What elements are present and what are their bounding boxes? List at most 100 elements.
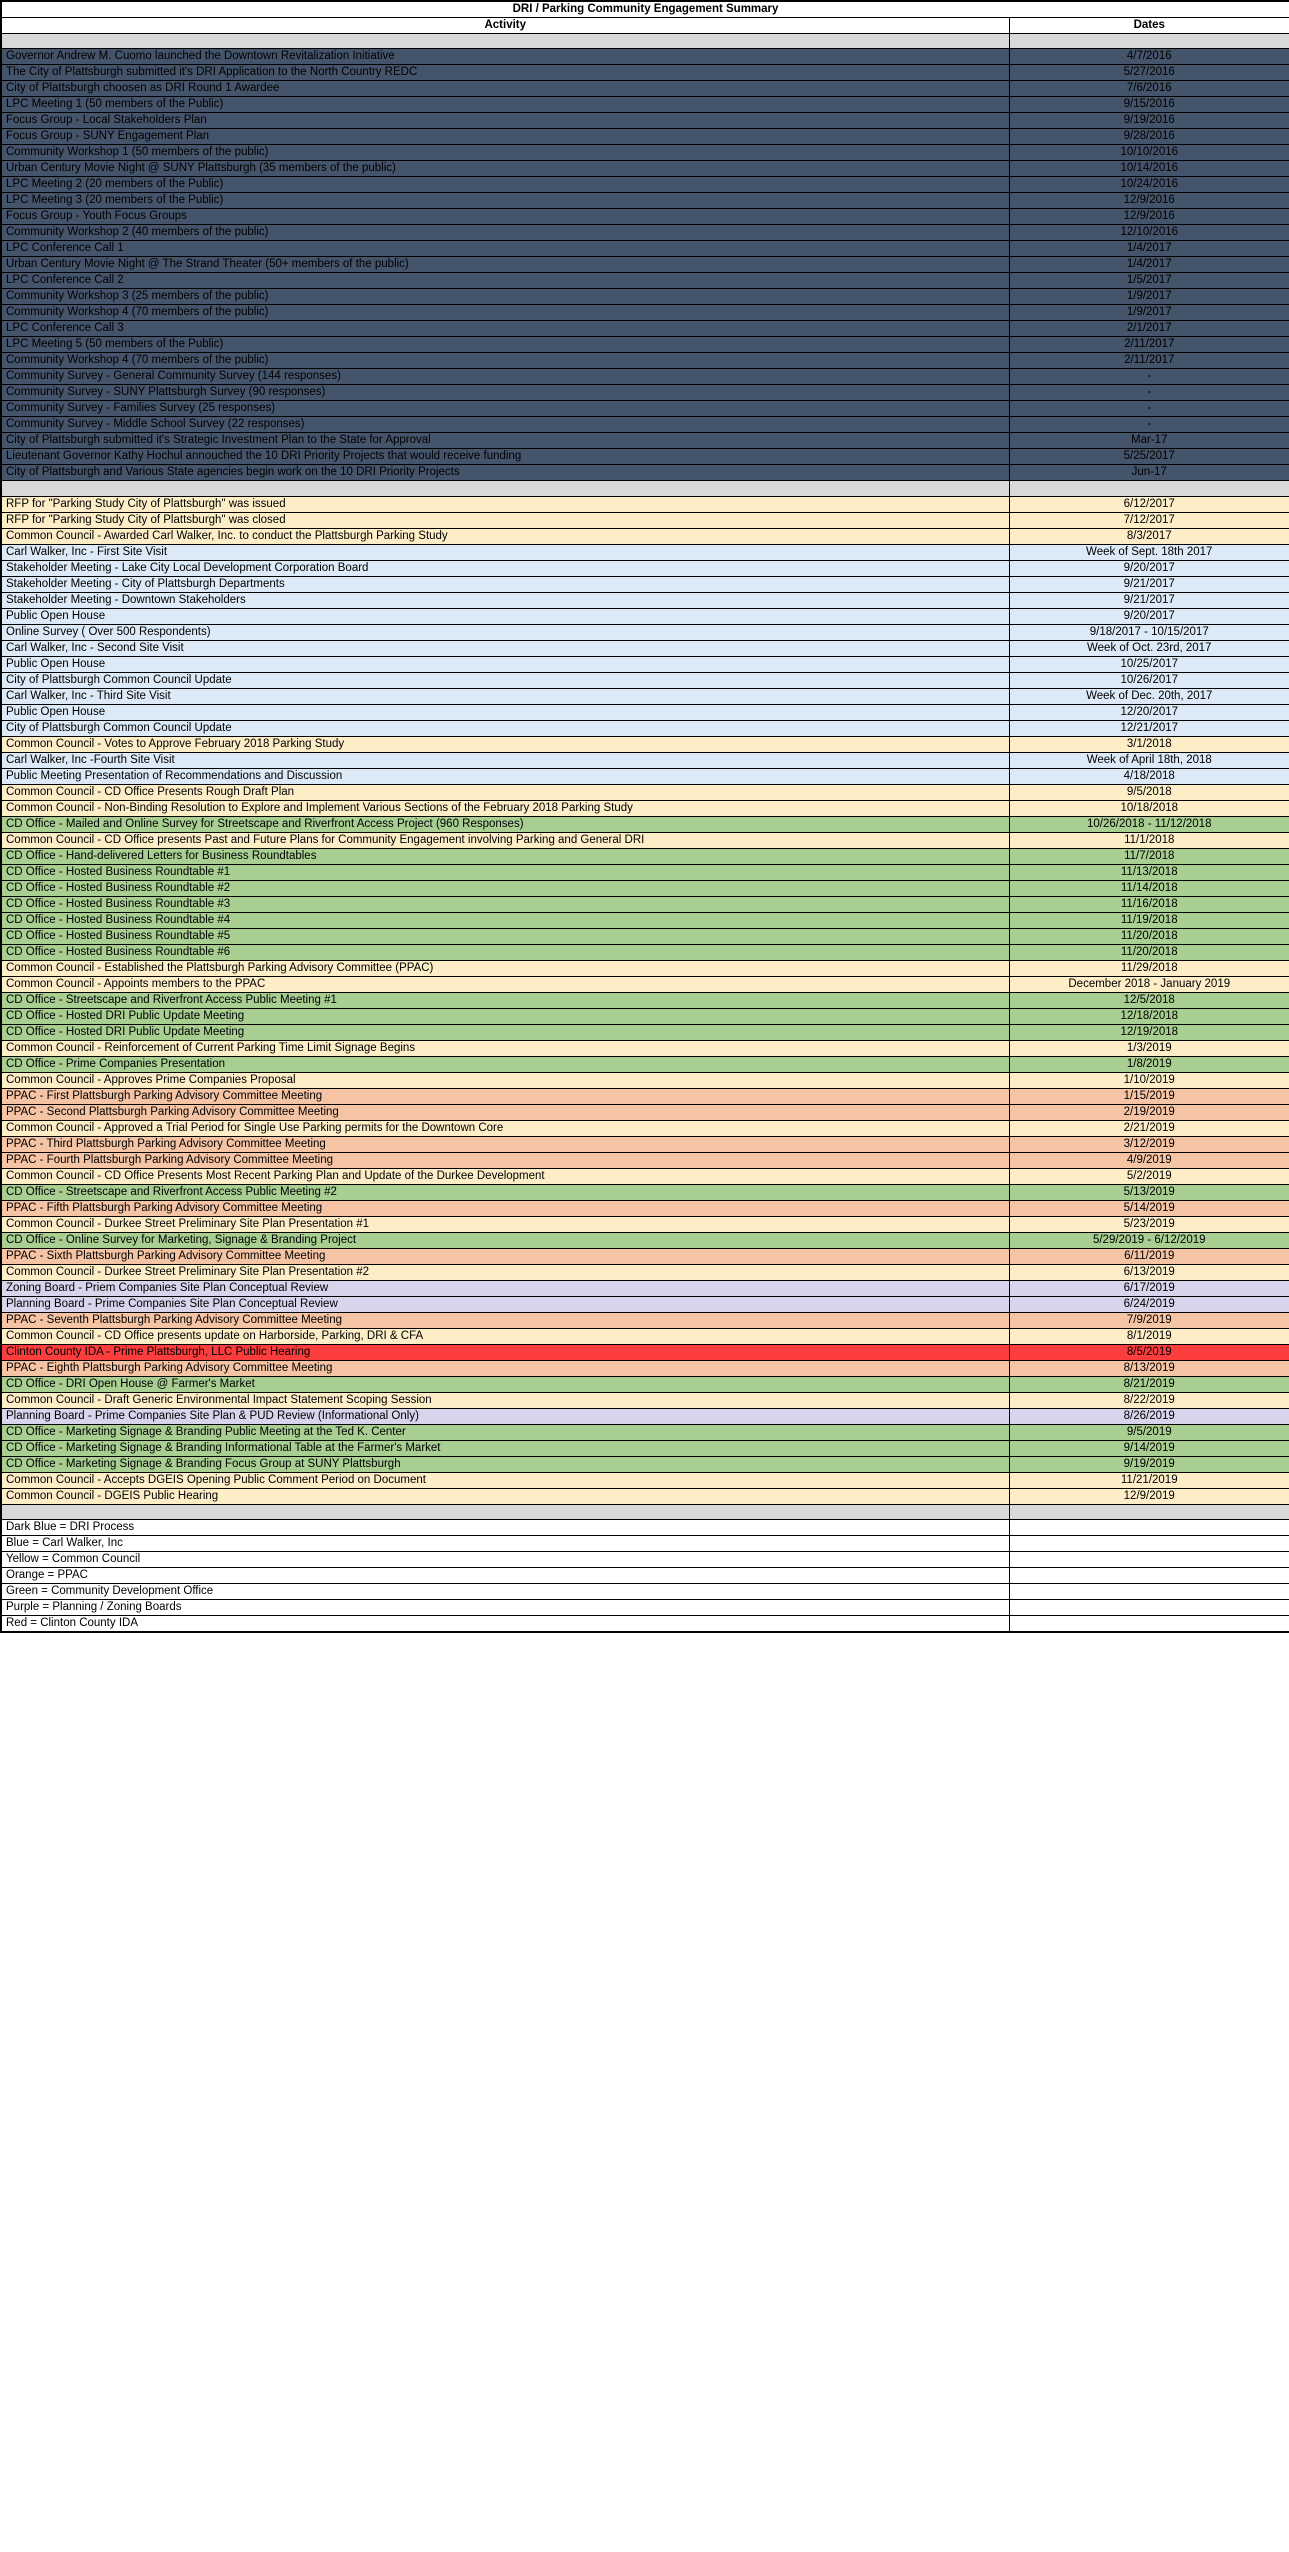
table-row[interactable]: City of Plattsburgh choosen as DRI Round… [0,80,1289,98]
activity-cell[interactable]: Urban Century Movie Night @ The Strand T… [0,256,1010,274]
dates-cell[interactable]: 12/5/2018 [1008,991,1289,1009]
table-row[interactable]: City of Plattsburgh Common Council Updat… [0,719,1289,737]
table-row[interactable]: Urban Century Movie Night @ SUNY Plattsb… [0,160,1289,178]
dates-cell[interactable]: 11/14/2018 [1008,879,1289,897]
dates-cell[interactable]: 7/6/2016 [1008,80,1289,98]
table-row[interactable]: LPC Meeting 2 (20 members of the Public)… [0,176,1289,194]
dates-cell[interactable]: 9/5/2018 [1008,783,1289,801]
table-row[interactable]: Common Council - CD Office Presents Roug… [0,783,1289,801]
activity-cell[interactable]: Common Council - Durkee Street Prelimina… [0,1215,1010,1233]
table-row[interactable]: CD Office - Marketing Signage & Branding… [0,1423,1289,1441]
dates-cell[interactable]: December 2018 - January 2019 [1008,975,1289,993]
dates-cell[interactable]: 1/5/2017 [1008,272,1289,290]
activity-cell[interactable]: PPAC - Eighth Plattsburgh Parking Adviso… [0,1359,1010,1377]
activity-cell[interactable]: CD Office - Hosted Business Roundtable #… [0,879,1010,897]
table-row[interactable]: CD Office - DRI Open House @ Farmer's Ma… [0,1375,1289,1393]
dates-cell[interactable]: 6/13/2019 [1008,1263,1289,1281]
activity-cell[interactable]: Common Council - Awarded Carl Walker, In… [0,527,1010,545]
table-row[interactable]: Common Council - Durkee Street Prelimina… [0,1263,1289,1281]
activity-cell[interactable]: Governor Andrew M. Cuomo launched the Do… [0,48,1010,66]
dates-cell[interactable]: Week of Oct. 23rd, 2017 [1008,639,1289,657]
dates-cell[interactable]: 11/19/2018 [1008,911,1289,929]
table-row[interactable]: PPAC - Fifth Plattsburgh Parking Advisor… [0,1199,1289,1217]
activity-cell[interactable]: RFP for "Parking Study City of Plattsbur… [0,511,1010,529]
activity-cell[interactable]: CD Office - Mailed and Online Survey for… [0,815,1010,833]
activity-cell[interactable]: Community Survey - Middle School Survey … [0,416,1010,434]
table-row[interactable]: Focus Group - Local Stakeholders Plan 9/1… [0,112,1289,130]
activity-cell[interactable]: Community Survey - Families Survey (25 r… [0,400,1010,418]
table-row[interactable]: CD Office - Hosted Business Roundtable #… [0,895,1289,913]
table-row[interactable]: PPAC - Sixth Plattsburgh Parking Advisor… [0,1247,1289,1265]
dates-cell[interactable]: Week of Dec. 20th, 2017 [1008,687,1289,705]
activity-cell[interactable]: Common Council - Approves Prime Companie… [0,1071,1010,1089]
dates-cell[interactable]: 2/11/2017 [1008,352,1289,370]
table-row[interactable]: CD Office - Hosted Business Roundtable #… [0,879,1289,897]
activity-cell[interactable]: CD Office - Hosted Business Roundtable #… [0,927,1010,945]
dates-cell[interactable]: 10/10/2016 [1008,144,1289,162]
table-row[interactable]: Carl Walker, Inc -Fourth Site Visit Week … [0,751,1289,769]
table-row[interactable]: Governor Andrew M. Cuomo launched the Do… [0,48,1289,66]
table-row[interactable]: Focus Group - Youth Focus Groups 12/9/201… [0,208,1289,226]
table-row[interactable]: Community Survey - Middle School Survey … [0,416,1289,434]
dates-cell[interactable]: 1/4/2017 [1008,240,1289,258]
activity-cell[interactable]: Carl Walker, Inc - First Site Visit [0,543,1010,561]
table-row[interactable]: CD Office - Hand-delivered Letters for B… [0,847,1289,865]
activity-cell[interactable]: CD Office - Streetscape and Riverfront A… [0,991,1010,1009]
dates-cell[interactable]: 9/15/2016 [1008,96,1289,114]
activity-cell[interactable]: Public Open House [0,655,1010,673]
activity-cell[interactable]: Community Workshop 2 (40 members of the … [0,224,1010,242]
table-row[interactable]: PPAC - Third Plattsburgh Parking Advisor… [0,1135,1289,1153]
dates-cell[interactable]: - [1008,400,1289,418]
dates-cell[interactable]: 9/14/2019 [1008,1439,1289,1457]
table-row[interactable]: CD Office - Prime Companies Presentation… [0,1055,1289,1073]
dates-cell[interactable]: - [1008,368,1289,386]
dates-cell[interactable]: 12/9/2016 [1008,192,1289,210]
table-row[interactable]: RFP for "Parking Study City of Plattsbur… [0,495,1289,513]
table-row[interactable]: The City of Plattsburgh submitted it's D… [0,64,1289,82]
activity-cell[interactable]: Common Council - Accepts DGEIS Opening P… [0,1471,1010,1489]
table-row[interactable]: Community Workshop 2 (40 members of the … [0,224,1289,242]
table-row[interactable]: Common Council - CD Office presents upda… [0,1327,1289,1345]
activity-cell[interactable]: Online Survey ( Over 500 Respondents) [0,623,1010,641]
table-row[interactable]: Planning Board - Prime Companies Site Pl… [0,1407,1289,1425]
activity-cell[interactable]: LPC Conference Call 3 [0,320,1010,338]
table-row[interactable]: PPAC - Eighth Plattsburgh Parking Adviso… [0,1359,1289,1377]
activity-cell[interactable]: PPAC - Third Plattsburgh Parking Advisor… [0,1135,1010,1153]
dates-cell[interactable]: 5/23/2019 [1008,1215,1289,1233]
activity-cell[interactable]: Planning Board - Prime Companies Site Pl… [0,1295,1010,1313]
table-row[interactable]: Clinton County IDA - Prime Plattsburgh, … [0,1343,1289,1361]
activity-cell[interactable]: CD Office - Hand-delivered Letters for B… [0,847,1010,865]
activity-cell[interactable]: Stakeholder Meeting - Lake City Local De… [0,559,1010,577]
dates-cell[interactable]: 5/27/2016 [1008,64,1289,82]
activity-cell[interactable]: Public Open House [0,607,1010,625]
table-row[interactable]: Common Council - Established the Plattsb… [0,959,1289,977]
dates-cell[interactable]: 11/7/2018 [1008,847,1289,865]
dates-cell[interactable]: - [1008,416,1289,434]
activity-cell[interactable]: Common Council - CD Office presents Past… [0,831,1010,849]
table-row[interactable]: Common Council - Reinforcement of Curren… [0,1039,1289,1057]
table-row[interactable]: Community Survey - SUNY Plattsburgh Surv… [0,384,1289,402]
dates-cell[interactable]: 7/12/2017 [1008,511,1289,529]
table-row[interactable]: Common Council - CD Office Presents Most… [0,1167,1289,1185]
table-row[interactable]: Focus Group - SUNY Engagement Plan 9/28/2… [0,128,1289,146]
activity-cell[interactable]: Community Workshop 4 (70 members of the … [0,352,1010,370]
activity-cell[interactable]: Community Workshop 3 (25 members of the … [0,288,1010,306]
table-row[interactable]: Common Council - Approves Prime Companie… [0,1071,1289,1089]
table-row[interactable]: Common Council - Non-Binding Resolution … [0,799,1289,817]
activity-cell[interactable]: PPAC - Sixth Plattsburgh Parking Advisor… [0,1247,1010,1265]
activity-cell[interactable]: Common Council - DGEIS Public Hearing [0,1487,1010,1505]
activity-cell[interactable]: CD Office - Marketing Signage & Branding… [0,1423,1010,1441]
dates-cell[interactable]: 10/14/2016 [1008,160,1289,178]
dates-cell[interactable]: 12/20/2017 [1008,703,1289,721]
table-row[interactable]: City of Plattsburgh submitted it's Strat… [0,432,1289,450]
table-row[interactable]: Community Survey - General Community Sur… [0,368,1289,386]
dates-cell[interactable]: 9/21/2017 [1008,575,1289,593]
table-row[interactable]: Zoning Board - Priem Companies Site Plan… [0,1279,1289,1297]
dates-cell[interactable]: 11/16/2018 [1008,895,1289,913]
dates-cell[interactable]: 4/9/2019 [1008,1151,1289,1169]
activity-cell[interactable]: Common Council - Appoints members to the… [0,975,1010,993]
table-row[interactable]: City of Plattsburgh and Various State ag… [0,464,1289,482]
table-row[interactable]: CD Office - Marketing Signage & Branding… [0,1439,1289,1457]
activity-cell[interactable]: Clinton County IDA - Prime Plattsburgh, … [0,1343,1010,1361]
activity-cell[interactable]: Common Council - CD Office Presents Roug… [0,783,1010,801]
